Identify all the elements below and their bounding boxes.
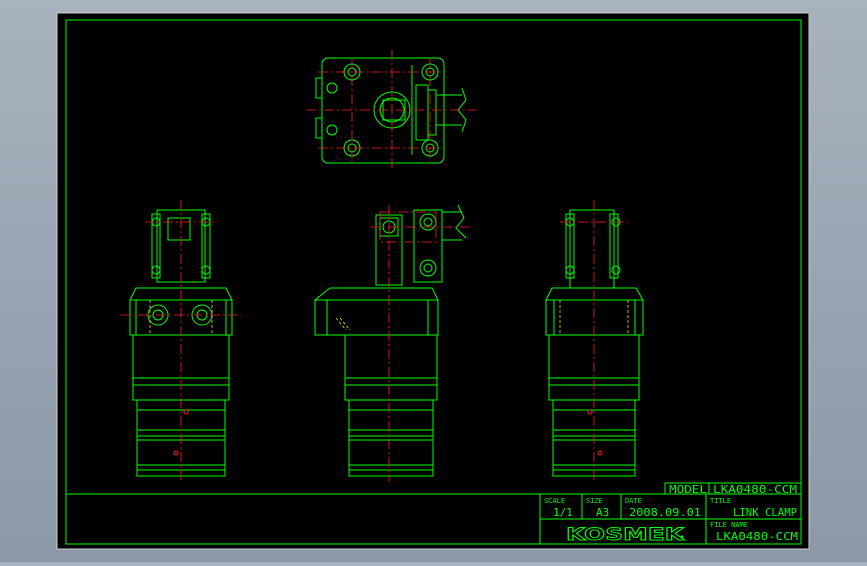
filename-label: FILE NAME [710,521,748,529]
title-label: TITLE [710,497,731,505]
cad-viewport[interactable]: MODEL LKA0480-CCM SCALE 1/1 SIZE A3 DATE… [0,0,867,562]
date-value: 2008.09.01 [629,506,701,519]
size-value: A3 [596,506,609,519]
brand-registered-dot [680,535,684,539]
size-label: SIZE [586,497,603,505]
scale-label: SCALE [544,497,565,505]
filename-value: LKA0480-CCM [716,530,798,543]
drawing-canvas[interactable]: MODEL LKA0480-CCM SCALE 1/1 SIZE A3 DATE… [0,0,867,562]
model-label: MODEL [669,483,707,496]
title-value: LINK CLAMP [733,506,797,519]
date-label: DATE [625,497,642,505]
scale-value: 1/1 [553,506,573,519]
brand-logo: KOSMEK [566,525,685,545]
model-value: LKA0480-CCM [713,483,797,496]
